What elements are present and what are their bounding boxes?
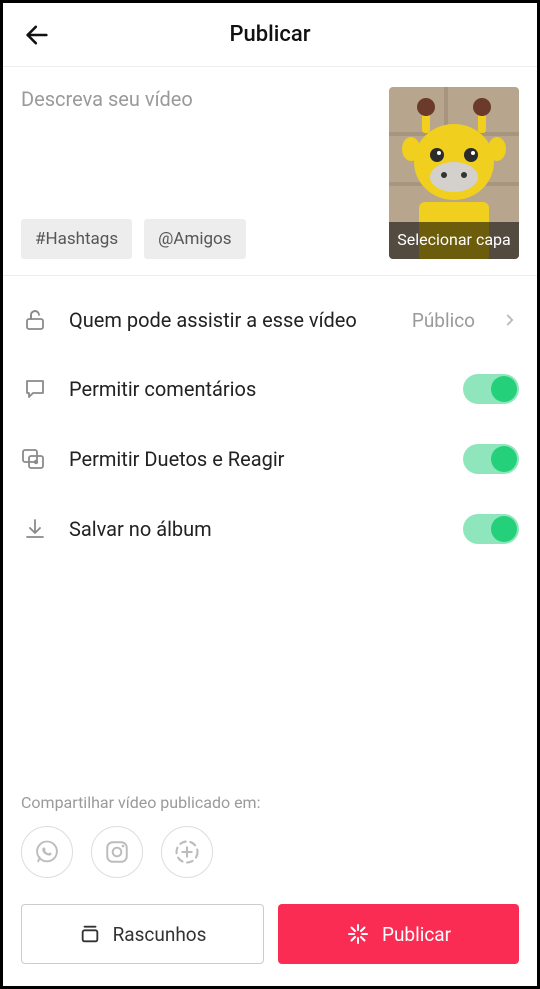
privacy-value: Público	[412, 309, 475, 332]
comments-row: Permitir comentários	[3, 354, 537, 424]
whatsapp-icon	[33, 838, 61, 866]
select-cover-button[interactable]: Selecionar capa	[389, 87, 519, 259]
instagram-icon	[104, 839, 130, 865]
publish-label: Publicar	[382, 923, 451, 946]
duets-toggle[interactable]	[463, 444, 519, 474]
publish-icon	[346, 922, 370, 946]
select-cover-label: Selecionar capa	[389, 222, 519, 259]
comments-label: Permitir comentários	[69, 377, 443, 401]
add-more-icon	[173, 838, 201, 866]
privacy-row[interactable]: Quem pode assistir a esse vídeo Público	[3, 286, 537, 354]
save-album-toggle[interactable]	[463, 514, 519, 544]
duets-label: Permitir Duetos e Reagir	[69, 447, 443, 471]
duets-row: Permitir Duetos e Reagir	[3, 424, 537, 494]
privacy-label: Quem pode assistir a esse vídeo	[69, 308, 392, 332]
caption-input[interactable]: Descreva seu vídeo	[21, 87, 375, 197]
bottom-bar: Rascunhos Publicar	[3, 894, 537, 986]
drafts-label: Rascunhos	[113, 923, 207, 946]
drafts-icon	[79, 923, 101, 945]
hashtags-chip[interactable]: #Hashtags	[21, 219, 132, 259]
page-title: Publicar	[230, 22, 311, 47]
save-album-label: Salvar no álbum	[69, 517, 443, 541]
share-whatsapp-button[interactable]	[21, 826, 73, 878]
caption-left: Descreva seu vídeo #Hashtags @Amigos	[21, 87, 375, 259]
comments-toggle[interactable]	[463, 374, 519, 404]
arrow-left-icon	[23, 21, 51, 49]
back-button[interactable]	[17, 15, 57, 55]
publish-button[interactable]: Publicar	[278, 904, 519, 964]
drafts-button[interactable]: Rascunhos	[21, 904, 264, 964]
header: Publicar	[3, 3, 537, 67]
share-icons	[21, 826, 519, 878]
chevron-right-icon	[501, 311, 519, 329]
caption-chips: #Hashtags @Amigos	[21, 219, 375, 259]
share-instagram-button[interactable]	[91, 826, 143, 878]
lock-open-icon	[21, 306, 49, 334]
duet-icon	[21, 445, 49, 473]
share-label: Compartilhar vídeo publicado em:	[21, 793, 519, 812]
caption-area: Descreva seu vídeo #Hashtags @Amigos	[3, 67, 537, 276]
share-more-button[interactable]	[161, 826, 213, 878]
mentions-chip[interactable]: @Amigos	[144, 219, 245, 259]
share-section: Compartilhar vídeo publicado em:	[3, 793, 537, 878]
download-icon	[21, 515, 49, 543]
comment-icon	[21, 375, 49, 403]
settings-list: Quem pode assistir a esse vídeo Público …	[3, 276, 537, 574]
save-album-row: Salvar no álbum	[3, 494, 537, 564]
